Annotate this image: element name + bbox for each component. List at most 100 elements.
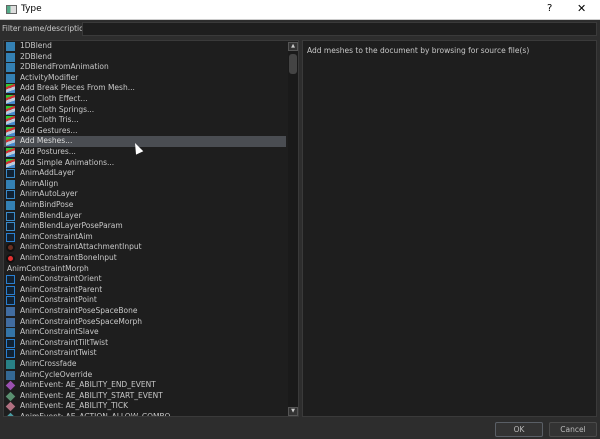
list-item-label: 2DBlend [20, 51, 52, 61]
list-item[interactable]: AnimEvent: AE_ABILITY_START_EVENT [4, 391, 286, 402]
link-icon [6, 349, 15, 359]
filter-input[interactable] [82, 22, 597, 36]
list-item[interactable]: AnimConstraintTiltTwist [4, 338, 286, 349]
list-item-label: AnimCycleOverride [20, 369, 93, 379]
list-item-label: Add Gestures... [20, 125, 78, 135]
list-item[interactable]: AnimConstraintParent [4, 285, 286, 296]
title-bar: Type ? ✕ [0, 0, 600, 20]
list-item[interactable]: Add Gestures... [4, 126, 286, 137]
diamond-pink-icon [5, 402, 16, 412]
diamond-green-icon [5, 391, 16, 402]
scroll-down-button[interactable]: ▼ [288, 407, 298, 416]
list-item[interactable]: Add Postures... [4, 147, 286, 158]
list-item-label: AnimEvent: AE_ABILITY_START_EVENT [20, 390, 163, 400]
list-item[interactable]: AnimConstraintBoneInput [4, 253, 286, 264]
scroll-up-button[interactable]: ▲ [288, 42, 298, 51]
type-list[interactable]: 1DBlend 2DBlend 2DBlendFromAnimation Activi… [3, 40, 299, 417]
cancel-button[interactable]: Cancel [549, 422, 597, 437]
list-item[interactable]: AnimBlendLayerPoseParam [4, 221, 286, 232]
list-item-label: AnimConstraintOrient [20, 274, 102, 284]
list-item[interactable]: AnimConstraintMorph [4, 264, 286, 275]
mesh-tool-icon [6, 158, 15, 168]
list-item[interactable]: AnimConstraintPoseSpaceMorph [4, 317, 286, 328]
list-item-label: AnimEvent: AE_ABILITY_END_EVENT [20, 380, 156, 390]
horizontal-arrows-icon [6, 42, 15, 51]
list-item[interactable]: 2DBlend [4, 52, 286, 63]
list-item[interactable]: AnimConstraintPoint [4, 295, 286, 306]
scroll-thumb[interactable] [289, 54, 297, 74]
figure-icon [6, 201, 15, 210]
layer-icon [6, 190, 15, 200]
slave-icon [6, 328, 15, 338]
list-item-label: AnimBindPose [20, 200, 74, 209]
list-item[interactable]: Add Cloth Effect... [4, 94, 286, 105]
list-item[interactable]: 2DBlendFromAnimation [4, 62, 286, 73]
mesh-tool-icon [6, 105, 15, 115]
list-item-label: AnimConstraintPoseSpaceMorph [20, 316, 143, 326]
list-item[interactable]: AnimConstraintSlave [4, 327, 286, 338]
list-item[interactable]: 1DBlend [4, 41, 286, 52]
list-item[interactable]: AnimConstraintPoseSpaceBone [4, 306, 286, 317]
align-icon [6, 179, 15, 189]
ok-button[interactable]: OK [495, 422, 543, 437]
list-item[interactable]: AnimConstraintAttachmentInput [4, 242, 286, 253]
list-item-label: Add Cloth Effect... [20, 94, 88, 103]
list-item[interactable]: Add Cloth Tris... [4, 115, 286, 126]
list-scrollbar[interactable]: ▲ ▼ [288, 42, 298, 416]
list-item-label: AnimEvent: AE_ABILITY_TICK [20, 401, 129, 411]
target-dim-icon [6, 243, 15, 253]
list-item-label: AnimConstraintBoneInput [20, 253, 117, 262]
mesh-tool-icon [6, 137, 15, 147]
list-item-label: AnimConstraintAttachmentInput [20, 242, 142, 252]
link-icon [6, 285, 15, 295]
target-icon [6, 254, 15, 263]
list-item-label: AnimAlign [20, 178, 59, 188]
list-item[interactable]: AnimBlendLayer [4, 211, 286, 222]
link-icon [6, 338, 15, 348]
list-item[interactable]: AnimEvent: AE_ABILITY_TICK [4, 401, 286, 412]
layer-icon [6, 169, 15, 179]
app-icon [6, 5, 17, 14]
list-item-label: AnimConstraintAim [20, 231, 93, 241]
list-item[interactable]: AnimConstraintTwist [4, 348, 286, 359]
list-item-label: AnimConstraintTwist [20, 348, 97, 358]
mesh-tool-icon [6, 148, 15, 157]
list-item-label: AnimCrossfade [20, 359, 77, 368]
cycle-icon [6, 370, 15, 380]
close-button[interactable]: ✕ [577, 2, 586, 15]
list-item-label: AnimBlendLayer [20, 210, 82, 220]
list-item[interactable]: Add Meshes... [4, 136, 286, 147]
layer-icon [6, 222, 15, 232]
pose-icon [6, 317, 15, 327]
layer-icon [6, 211, 15, 221]
list-item-label: Add Break Pieces From Mesh... [20, 83, 135, 93]
description-panel: Add meshes to the document by browsing f… [302, 40, 597, 417]
list-item-label: 2DBlendFromAnimation [20, 62, 109, 72]
list-item[interactable]: AnimAddLayer [4, 168, 286, 179]
list-item[interactable]: AnimAutoLayer [4, 189, 286, 200]
list-item-label: Add Meshes... [20, 136, 73, 146]
list-item[interactable]: Add Simple Animations... [4, 158, 286, 169]
list-item[interactable]: Add Break Pieces From Mesh... [4, 83, 286, 94]
list-item-label: AnimConstraintPoseSpaceBone [20, 306, 138, 315]
mesh-tool-icon [6, 126, 15, 136]
list-item-label: 1DBlend [20, 41, 52, 50]
list-item[interactable]: AnimCrossfade [4, 359, 286, 370]
list-item[interactable]: AnimEvent: AE_ABILITY_END_EVENT [4, 380, 286, 391]
list-item[interactable]: AnimConstraintOrient [4, 274, 286, 285]
list-item[interactable]: AnimCycleOverride [4, 370, 286, 381]
list-item[interactable]: AnimBindPose [4, 200, 286, 211]
list-item[interactable]: AnimEvent: AE_ACTION_ALLOW_COMBO [4, 412, 286, 416]
list-item[interactable]: Add Cloth Springs... [4, 105, 286, 116]
list-item-label: ActivityModifier [20, 72, 79, 82]
link-icon [6, 232, 15, 242]
grid-arrows-icon [6, 63, 15, 73]
list-item[interactable]: ActivityModifier [4, 73, 286, 84]
list-item-label: AnimBlendLayerPoseParam [20, 221, 123, 231]
link-icon [6, 296, 15, 306]
list-item[interactable]: AnimAlign [4, 179, 286, 190]
list-item-label: AnimConstraintPoint [20, 295, 97, 305]
list-item-label: AnimAddLayer [20, 168, 75, 178]
list-item[interactable]: AnimConstraintAim [4, 232, 286, 243]
help-button[interactable]: ? [547, 3, 552, 14]
